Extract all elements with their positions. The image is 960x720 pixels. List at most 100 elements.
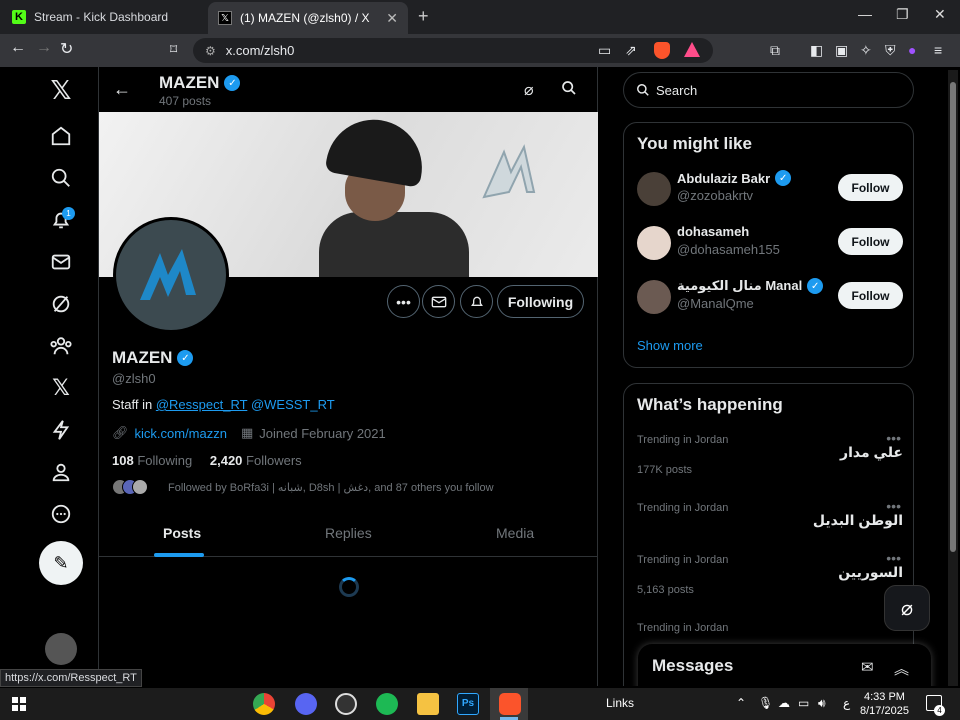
followed-by-row[interactable]: Followed by BoRfa3i | شبانه, D8sh | دغش,… <box>112 479 494 495</box>
onedrive-icon[interactable]: ☁ <box>778 696 790 710</box>
profile-meta: 🔗︎ kick.com/mazzn ▦ Joined February 2021 <box>112 425 386 441</box>
x-app: 𝕏 1 𝕏 ✎ ← MAZEN ✓ 407 posts ⌀ ••• Follow… <box>0 67 960 686</box>
chrome-icon[interactable] <box>253 693 275 715</box>
new-tab-icon[interactable]: + <box>418 6 429 27</box>
volume-icon[interactable]: 🔊︎ <box>818 696 826 711</box>
suggested-user-name: dohasameh <box>677 224 750 239</box>
bookmark-icon[interactable]: ⌑ <box>170 41 177 58</box>
extension-icon[interactable]: ● <box>908 42 916 58</box>
obs-icon[interactable] <box>335 693 357 715</box>
grok-floating-button[interactable]: ⌀ <box>884 585 930 631</box>
avatar[interactable] <box>637 280 671 314</box>
tray-overflow-icon[interactable]: ⌃ <box>736 696 746 710</box>
more-options-button[interactable]: ••• <box>387 285 420 318</box>
messages-drawer[interactable]: Messages ✉ ︽ <box>638 644 931 686</box>
following-stat[interactable]: 108 Following <box>112 453 192 468</box>
expand-chevron-icon[interactable]: ︽ <box>894 658 909 679</box>
network-icon[interactable]: ▭ <box>798 696 809 710</box>
message-button[interactable] <box>422 285 455 318</box>
minimize-icon[interactable]: — <box>858 6 872 22</box>
brave-browser-icon[interactable] <box>499 693 521 715</box>
restore-icon[interactable]: ❐ <box>896 6 909 23</box>
system-clock[interactable]: 4:33 PM 8/17/2025 <box>860 690 909 718</box>
communities-icon[interactable] <box>48 333 74 359</box>
avatar[interactable] <box>637 172 671 206</box>
tab-media[interactable]: Media <box>496 525 534 541</box>
clock-date: 8/17/2025 <box>860 705 909 717</box>
x-logo-icon[interactable]: 𝕏 <box>48 75 74 105</box>
whats-happening-card: What’s happening Trending in Jordan ••• … <box>623 383 914 686</box>
header-profile-name: MAZEN ✓ <box>159 73 241 93</box>
grok-icon[interactable] <box>48 291 74 317</box>
trend-item[interactable]: Trending in Jordan ••• علي مدار 177K pos… <box>637 430 903 484</box>
wallet-icon[interactable]: ▣ <box>835 42 848 59</box>
file-explorer-icon[interactable] <box>417 693 439 715</box>
close-window-icon[interactable]: ✕ <box>934 6 946 23</box>
follow-button[interactable]: Follow <box>838 228 903 255</box>
x-premium-icon[interactable]: 𝕏 <box>48 375 74 401</box>
links-toolbar[interactable]: Links <box>606 696 634 710</box>
home-icon[interactable] <box>48 123 74 149</box>
suggested-user-handle: @zozobakrtv <box>677 188 754 203</box>
loading-spinner <box>339 577 359 597</box>
windows-start-icon[interactable] <box>12 697 26 711</box>
trend-item[interactable]: Trending in Jordan ••• الوطن البديل <box>637 498 903 542</box>
discord-icon[interactable] <box>295 693 317 715</box>
follow-button[interactable]: Follow <box>838 174 903 201</box>
suggested-user[interactable]: Abdulaziz Bakr ✓ @zozobakrtv Follow <box>637 168 903 208</box>
spotify-icon[interactable] <box>376 693 398 715</box>
compose-post-button[interactable]: ✎ <box>39 541 83 585</box>
language-indicator[interactable]: ع <box>843 696 850 710</box>
search-input[interactable]: Search <box>623 72 914 108</box>
reload-icon[interactable]: ↻ <box>60 39 73 59</box>
site-info-icon[interactable]: ⚙ <box>205 44 216 58</box>
follow-button[interactable]: Follow <box>838 282 903 309</box>
leo-ai-icon[interactable]: ✧ <box>860 42 872 59</box>
brave-shields-icon[interactable] <box>654 42 670 59</box>
search-icon[interactable] <box>48 165 74 191</box>
lightning-icon[interactable] <box>48 417 74 443</box>
close-tab-icon[interactable]: ✕ <box>386 10 398 27</box>
website-link[interactable]: kick.com/mazzn <box>135 426 227 441</box>
show-more-link[interactable]: Show more <box>637 338 703 353</box>
grok-analyze-icon[interactable]: ⌀ <box>524 80 534 100</box>
mail-icon[interactable] <box>48 249 74 275</box>
screenshot-icon[interactable]: ⧉ <box>770 42 780 59</box>
share-icon[interactable]: ⇗ <box>625 42 637 59</box>
suggested-user[interactable]: dohasameh @dohasameh155 Follow <box>637 222 903 262</box>
notify-bell-button[interactable] <box>460 285 493 318</box>
bio-link-wesst[interactable]: @WESST_RT <box>251 397 335 412</box>
following-button[interactable]: Following <box>497 285 584 318</box>
trend-item[interactable]: Trending in Jordan ••• السوريين 5,163 po… <box>637 550 903 604</box>
profile-name: MAZEN ✓ <box>112 348 194 368</box>
avatar[interactable] <box>637 226 671 260</box>
new-message-icon[interactable]: ✉ <box>861 658 874 676</box>
more-icon[interactable] <box>48 501 74 527</box>
tab-replies[interactable]: Replies <box>325 525 372 541</box>
scrollbar-thumb[interactable] <box>950 82 956 552</box>
profile-icon[interactable] <box>48 459 74 485</box>
cast-icon[interactable]: ▭ <box>598 42 611 59</box>
sidebar-toggle-icon[interactable]: ◧ <box>810 42 823 59</box>
vpn-icon[interactable]: ⛨ <box>885 42 896 59</box>
profile-avatar[interactable] <box>113 217 229 333</box>
back-icon[interactable]: ← <box>10 39 26 57</box>
forward-icon[interactable]: → <box>36 39 52 57</box>
search-profile-icon[interactable] <box>561 80 577 101</box>
tab-x-profile[interactable]: 𝕏 (1) MAZEN (@zlsh0) / X ✕ <box>208 2 408 34</box>
menu-icon[interactable]: ≡ <box>934 42 942 58</box>
followers-stat[interactable]: 2,420 Followers <box>210 453 302 468</box>
suggested-user-name: Abdulaziz Bakr <box>677 170 771 186</box>
tab-kick-dashboard[interactable]: K Stream - Kick Dashboard <box>0 0 205 34</box>
page-scrollbar[interactable] <box>948 70 958 686</box>
microphone-icon[interactable]: 🎙︎ <box>758 696 773 710</box>
brave-rewards-icon[interactable] <box>684 42 700 57</box>
bio-link-resspect[interactable]: @Resspect_RT <box>156 397 247 412</box>
photoshop-icon[interactable]: Ps <box>457 693 479 715</box>
suggested-user[interactable]: منال الكيومية Manal ✓ @ManalQme Follow <box>637 276 903 316</box>
back-arrow-icon[interactable]: ← <box>113 79 131 100</box>
trend-name: علي مدار <box>840 444 903 460</box>
account-avatar[interactable] <box>45 633 77 665</box>
tab-posts[interactable]: Posts <box>163 525 201 541</box>
verified-badge-icon: ✓ <box>775 170 792 186</box>
